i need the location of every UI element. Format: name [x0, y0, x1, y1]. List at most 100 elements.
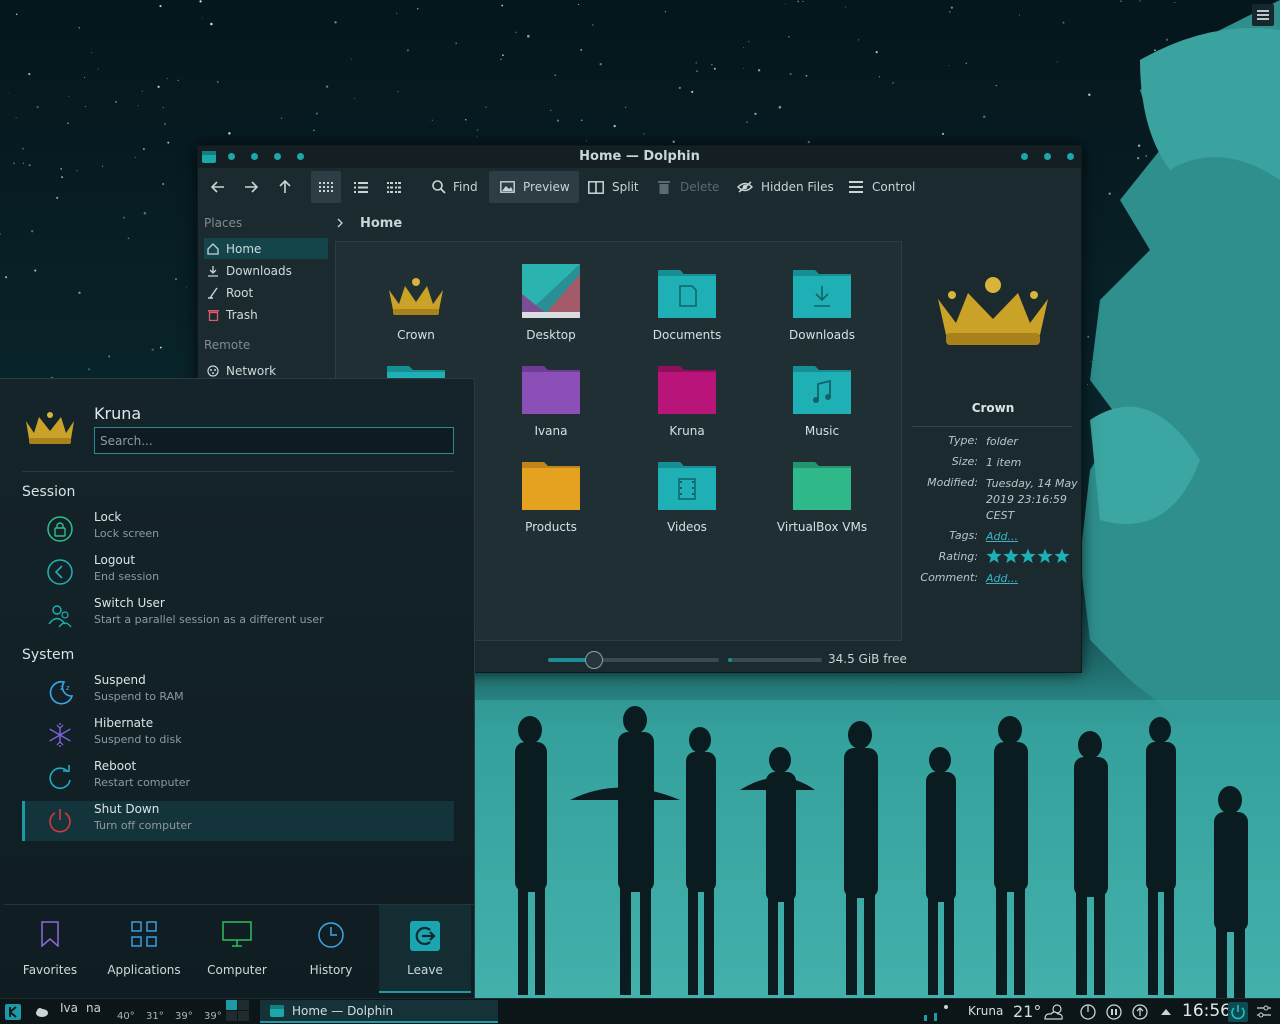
rating-stars-icon[interactable] [986, 548, 1072, 565]
pager-desktop-4[interactable] [238, 1011, 249, 1021]
compact-view-button[interactable] [382, 171, 406, 203]
zoom-slider-handle[interactable] [585, 651, 604, 669]
file-item-music[interactable]: Music [757, 352, 887, 438]
user-avatar[interactable] [24, 411, 76, 445]
info-type-key: Type: [948, 434, 978, 447]
reboot-entry[interactable]: Reboot Restart computer [22, 758, 454, 798]
switch-user-entry[interactable]: Switch User Start a parallel session as … [22, 595, 454, 635]
pager-desktop-2[interactable] [238, 1000, 249, 1010]
info-tags-add-link[interactable]: Add... [986, 529, 1078, 545]
info-comment-key: Comment: [920, 571, 978, 584]
file-item-crown[interactable]: Crown [351, 256, 481, 342]
close-button[interactable] [1067, 153, 1074, 160]
rating-star[interactable] [1054, 548, 1070, 563]
launcher-tab-bar: Favorites Applications Computer History … [4, 904, 474, 994]
minimize-button[interactable] [1021, 153, 1028, 160]
rating-stars[interactable] [986, 548, 1078, 570]
pager-desktop-1[interactable] [226, 1000, 237, 1010]
status-bar: 34.5 GiB free [548, 651, 1068, 669]
weather-widget[interactable] [35, 999, 49, 1024]
weather-condition[interactable] [1043, 999, 1065, 1024]
entry-title: Reboot [94, 759, 137, 773]
file-item-downloads[interactable]: Downloads [757, 256, 887, 342]
logout-entry[interactable]: Logout End session [22, 552, 454, 592]
taskbar-item-dolphin[interactable]: Home — Dolphin [260, 1000, 498, 1023]
breadcrumb-home[interactable]: Home [360, 216, 402, 231]
places-panel: Places Home Downloads Root Trash Remote … [198, 210, 332, 390]
updates-tray[interactable] [1132, 999, 1148, 1024]
network-activity-widget[interactable] [924, 999, 960, 1024]
pause-tray[interactable] [1106, 999, 1122, 1024]
file-label: Desktop [526, 328, 576, 342]
crown-icon [389, 278, 443, 315]
digital-clock[interactable]: 16:56 [1182, 1001, 1231, 1021]
file-item-products[interactable]: Products [486, 448, 616, 534]
tab-leave[interactable]: Leave [379, 905, 471, 993]
up-button[interactable] [273, 171, 297, 203]
panel-label-2: na [86, 1001, 101, 1015]
window-title: Home — Dolphin [579, 149, 700, 164]
details-view-button[interactable] [349, 171, 373, 203]
zoom-slider-track[interactable] [548, 658, 719, 662]
tab-favorites[interactable]: Favorites [4, 905, 96, 993]
preview-button[interactable]: Preview [489, 171, 579, 203]
eye-hidden-icon [737, 181, 753, 193]
delete-button[interactable]: Delete [652, 171, 725, 203]
details-view-icon [354, 181, 368, 193]
find-button[interactable]: Find [426, 171, 484, 203]
entry-subtitle: Lock screen [94, 527, 160, 540]
hibernate-entry[interactable]: Hibernate Suspend to disk [22, 715, 454, 755]
pager-desktop-3[interactable] [226, 1011, 237, 1021]
maximize-button[interactable] [1044, 153, 1051, 160]
forward-button[interactable] [239, 171, 263, 203]
file-label: Kruna [669, 424, 705, 438]
weather-temperature[interactable]: 21° [1013, 1002, 1041, 1021]
rating-star[interactable] [1020, 548, 1036, 563]
rating-star[interactable] [1037, 548, 1053, 563]
file-item-videos[interactable]: Videos [622, 448, 752, 534]
back-button[interactable] [206, 171, 230, 203]
shutdown-entry[interactable]: Shut Down Turn off computer [22, 801, 454, 841]
desktop-toolbox-button[interactable] [1252, 4, 1274, 26]
rating-star[interactable] [1003, 548, 1019, 563]
crown-preview-icon [938, 277, 1048, 345]
places-item-trash[interactable]: Trash [204, 304, 328, 325]
info-tags-key: Tags: [949, 529, 978, 542]
window-titlebar[interactable]: Home — Dolphin [198, 146, 1081, 168]
hidden-files-button[interactable]: Hidden Files [731, 171, 840, 203]
home-icon [207, 242, 219, 255]
tab-label: Computer [207, 963, 267, 977]
places-item-root[interactable]: Root [204, 282, 328, 303]
file-item-kruna[interactable]: Kruna [622, 352, 752, 438]
tab-history[interactable]: History [285, 905, 377, 993]
application-launcher-button[interactable] [5, 999, 21, 1024]
launcher-search-input[interactable] [94, 427, 454, 454]
rating-star[interactable] [986, 548, 1002, 563]
file-item-virtualbox-vms[interactable]: VirtualBox VMs [757, 448, 887, 534]
file-item-desktop[interactable]: Desktop [486, 256, 616, 342]
split-button[interactable]: Split [582, 171, 645, 203]
pager-widget[interactable] [226, 1000, 250, 1022]
chevron-right-icon[interactable] [336, 218, 344, 228]
info-size-key: Size: [951, 455, 978, 468]
arrow-left-icon [211, 181, 224, 193]
control-button[interactable]: Control [843, 171, 921, 203]
places-item-home[interactable]: Home [204, 238, 328, 259]
tab-applications[interactable]: Applications [98, 905, 190, 993]
info-comment-add-link[interactable]: Add... [986, 571, 1078, 587]
panel-settings-button[interactable] [1256, 999, 1272, 1024]
entry-title: Suspend [94, 673, 146, 687]
power-button[interactable] [1228, 999, 1248, 1024]
tray-expander[interactable] [1160, 999, 1172, 1024]
suspend-entry[interactable]: z z Suspend Suspend to RAM [22, 672, 454, 712]
partly-cloudy-icon [1044, 1004, 1063, 1020]
entry-title: Switch User [94, 596, 165, 610]
panel-user-name[interactable]: Kruna [968, 1004, 1003, 1018]
lock-entry[interactable]: Lock Lock screen [22, 509, 454, 549]
file-item-ivana[interactable]: Ivana [486, 352, 616, 438]
tab-computer[interactable]: Computer [191, 905, 283, 993]
places-item-downloads[interactable]: Downloads [204, 260, 328, 281]
file-item-documents[interactable]: Documents [622, 256, 752, 342]
icons-view-button[interactable] [311, 171, 341, 203]
media-player-tray[interactable] [1080, 999, 1096, 1024]
